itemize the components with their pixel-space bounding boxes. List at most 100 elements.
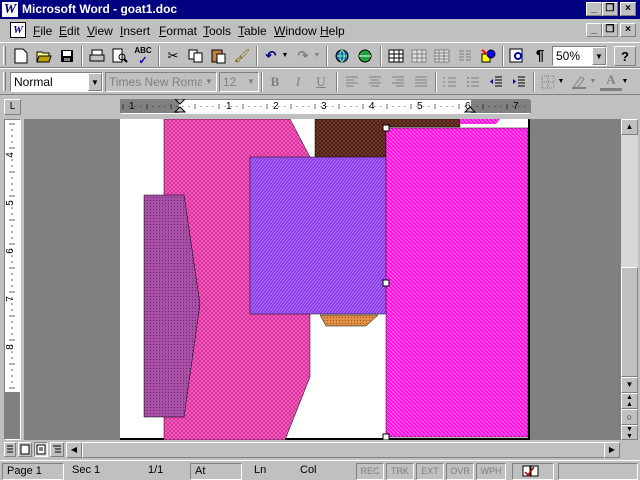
doc-minimize-button[interactable]: _ — [586, 23, 602, 37]
spelling-status-icon[interactable] — [512, 463, 554, 480]
document-page[interactable] — [120, 119, 530, 440]
indent-marker-right[interactable] — [464, 99, 476, 114]
status-trk[interactable]: TRK — [386, 463, 414, 480]
scroll-right-button[interactable]: ▶ — [604, 442, 620, 458]
italic-button[interactable]: I — [287, 72, 309, 92]
font-size-select[interactable]: 12 ▼ — [219, 72, 259, 92]
align-right-icon[interactable] — [387, 72, 409, 92]
web-layout-icon[interactable] — [18, 442, 32, 457]
insert-excel-icon[interactable] — [431, 46, 453, 66]
redo-icon[interactable]: ↷ — [292, 46, 314, 66]
outline-view-icon[interactable] — [50, 442, 64, 457]
decrease-indent-icon[interactable] — [485, 72, 507, 92]
columns-icon[interactable] — [454, 46, 476, 66]
font-select[interactable]: Times New Roman ▼ — [105, 72, 217, 92]
shape-magenta-right[interactable] — [385, 119, 529, 438]
save-icon[interactable] — [56, 46, 78, 66]
vertical-scrollbar[interactable]: ▲ ▼ ▲ ▲ ○ ▼ ▼ — [621, 119, 638, 440]
format-painter-icon[interactable]: 🖌 — [231, 46, 253, 66]
scroll-down-button[interactable]: ▼ — [621, 377, 638, 393]
highlight-icon[interactable] — [568, 72, 590, 92]
scroll-left-button[interactable]: ◀ — [66, 442, 82, 458]
open-folder-icon[interactable] — [33, 46, 55, 66]
justify-icon[interactable] — [410, 72, 432, 92]
normal-view-icon[interactable] — [4, 442, 16, 457]
paste-icon[interactable] — [208, 46, 230, 66]
shape-violet-center[interactable] — [249, 156, 388, 315]
document-area[interactable] — [24, 119, 621, 440]
status-wph[interactable]: WPH — [476, 463, 506, 480]
highlight-dropdown[interactable]: ▼ — [588, 72, 598, 92]
font-dropdown-arrow[interactable]: ▼ — [202, 73, 216, 91]
menu-edit[interactable]: Edit — [59, 23, 80, 39]
copy-icon[interactable] — [185, 46, 207, 66]
horizontal-scroll-track[interactable] — [82, 442, 606, 458]
drawing-icon[interactable] — [477, 46, 499, 66]
toolbar-grip[interactable] — [3, 72, 6, 91]
document-map-icon[interactable] — [506, 46, 528, 66]
previous-page-button[interactable]: ▲ ▲ — [621, 393, 638, 409]
select-browse-object-button[interactable]: ○ — [621, 409, 638, 425]
status-empty-panel — [558, 463, 638, 480]
menu-file[interactable]: File — [33, 23, 52, 39]
bullets-icon[interactable] — [462, 72, 484, 92]
increase-indent-icon[interactable] — [508, 72, 530, 92]
toolbar-grip[interactable] — [3, 46, 6, 65]
font-color-dropdown[interactable]: ▼ — [620, 72, 630, 92]
insert-table-icon[interactable] — [408, 46, 430, 66]
insert-hyperlink-icon[interactable] — [331, 46, 353, 66]
size-dropdown-arrow[interactable]: ▼ — [244, 73, 258, 91]
shape-orange-bottom[interactable] — [319, 314, 379, 327]
print-layout-icon[interactable] — [34, 442, 48, 457]
status-ext[interactable]: EXT — [416, 463, 444, 480]
menu-insert[interactable]: Insert — [120, 23, 150, 39]
indent-marker-left[interactable] — [174, 99, 186, 114]
spelling-icon[interactable]: ABC ✓ — [132, 46, 154, 67]
zoom-select[interactable]: 50% ▼ — [552, 46, 607, 66]
menu-help[interactable]: Help — [320, 23, 345, 39]
bold-button[interactable]: B — [264, 72, 286, 92]
font-color-icon[interactable]: A — [600, 72, 622, 91]
menu-view[interactable]: View — [87, 23, 113, 39]
redo-dropdown[interactable]: ▼ — [312, 46, 322, 66]
menu-table[interactable]: Table — [238, 23, 267, 39]
word-app-icon[interactable]: W — [2, 2, 18, 17]
title-bar[interactable]: W Microsoft Word - goat1.doc _ ❐ × — [0, 0, 640, 19]
vertical-ruler[interactable]: 4 5 6 7 8 — [4, 119, 21, 440]
web-toolbar-icon[interactable] — [354, 46, 376, 66]
underline-button[interactable]: U — [310, 72, 332, 92]
borders-dropdown[interactable]: ▼ — [556, 72, 566, 92]
scroll-up-button[interactable]: ▲ — [621, 119, 638, 135]
status-rec[interactable]: REC — [356, 463, 384, 480]
undo-dropdown[interactable]: ▼ — [280, 46, 290, 66]
next-page-button[interactable]: ▼ ▼ — [621, 425, 638, 440]
horizontal-ruler[interactable]: 1 1 2 3 4 5 6 7 — [120, 99, 531, 114]
menu-format[interactable]: Format — [159, 23, 197, 39]
menu-window[interactable]: Window — [274, 23, 317, 39]
print-preview-icon[interactable] — [109, 46, 131, 66]
show-hide-icon[interactable]: ¶ — [529, 46, 551, 66]
tables-borders-icon[interactable] — [385, 46, 407, 66]
print-icon[interactable] — [86, 46, 108, 66]
center-icon[interactable] — [364, 72, 386, 92]
numbering-icon[interactable] — [439, 72, 461, 92]
restore-button[interactable]: ❐ — [602, 2, 618, 16]
minimize-button[interactable]: _ — [586, 2, 602, 16]
status-ovr[interactable]: OVR — [446, 463, 474, 480]
cut-icon[interactable]: ✂ — [162, 46, 184, 66]
style-select[interactable]: Normal ▼ — [10, 72, 103, 92]
undo-icon[interactable]: ↶ — [260, 46, 282, 66]
style-dropdown-arrow[interactable]: ▼ — [88, 73, 102, 91]
menu-tools[interactable]: Tools — [203, 23, 231, 39]
doc-restore-button[interactable]: ❐ — [602, 23, 618, 37]
tab-selector[interactable]: L — [4, 99, 21, 115]
new-document-icon[interactable] — [10, 46, 32, 66]
help-icon[interactable]: ? — [614, 46, 636, 66]
close-button[interactable]: × — [620, 2, 636, 16]
zoom-dropdown-arrow[interactable]: ▼ — [592, 47, 606, 65]
horizontal-scroll-thumb[interactable] — [82, 442, 606, 458]
doc-close-button[interactable]: × — [620, 23, 636, 37]
document-icon[interactable]: W — [10, 22, 26, 38]
align-left-icon[interactable] — [341, 72, 363, 92]
scroll-thumb[interactable] — [621, 267, 638, 377]
